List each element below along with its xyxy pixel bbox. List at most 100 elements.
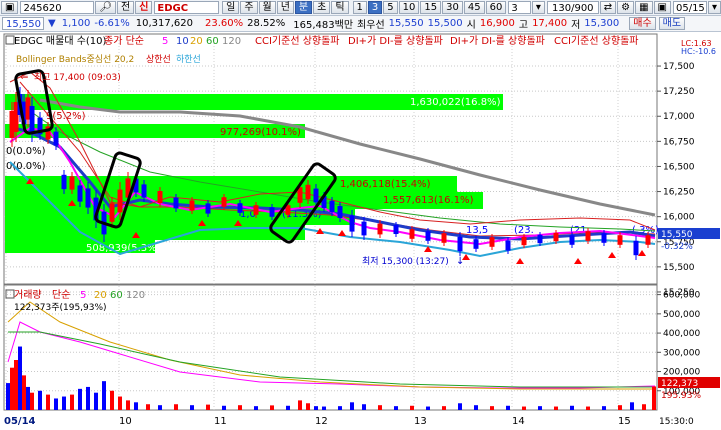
volume-bar: [14, 360, 18, 410]
candle-body: [521, 236, 527, 246]
interval-button-5[interactable]: 5: [383, 1, 398, 14]
current-pct-tag: -0.32%: [661, 242, 693, 252]
grid-icon[interactable]: ▦: [635, 1, 653, 14]
candle-body: [53, 131, 59, 146]
volume-panel-title: 거래량: [14, 289, 42, 301]
hc-label: HC:-10.6: [681, 47, 716, 56]
volume-bar: [70, 394, 74, 410]
profile-label: 1,557,613(16.1%): [383, 195, 474, 206]
volume-axis-label: 500,000: [663, 310, 700, 320]
volume-bar: [350, 402, 354, 410]
volume-bar: [102, 381, 106, 410]
interval-button-45[interactable]: 45: [463, 1, 485, 14]
stock-code-input[interactable]: 245620: [20, 1, 95, 14]
volume-bar: [338, 406, 342, 410]
stock-name[interactable]: EDGC: [154, 1, 220, 14]
candle-body: [377, 223, 383, 235]
lock-icon[interactable]: ▣: [653, 1, 671, 14]
interval-buttons: 1 3 5 10 15 30 45 60: [352, 1, 507, 14]
calendar-icon[interactable]: ▾: [707, 1, 721, 14]
candle-body: [329, 200, 335, 213]
volume-bar: [602, 406, 606, 410]
bands-legend: Bollinger Bands중심선 20,2: [16, 54, 134, 65]
interval-button-30[interactable]: 30: [442, 1, 463, 14]
volume-axis-label: 400,000: [663, 329, 700, 339]
period-button-5[interactable]: 초: [313, 1, 331, 14]
buy-button[interactable]: 매수: [629, 17, 656, 30]
candle-body: [221, 197, 227, 207]
candle-body: [313, 188, 319, 203]
date-input[interactable]: 05/15: [672, 1, 707, 14]
x-axis-time: 15:30:0: [659, 417, 694, 427]
volume-bar: [394, 406, 398, 410]
market-button[interactable]: ▣: [1, 1, 19, 14]
candle-body: [61, 174, 67, 190]
volume-bar: [322, 406, 326, 410]
candle-body: [109, 203, 115, 222]
price-axis-label: 17,000: [663, 112, 695, 122]
x-axis-label: 05/14: [4, 416, 36, 427]
volume-bar: [298, 400, 302, 410]
volume-bar: [506, 405, 510, 410]
bands-upper-legend: 상한선: [146, 54, 171, 65]
change-percent: -6.61%: [94, 18, 130, 29]
bands-lower-legend: 하한선: [176, 54, 201, 65]
volume-tag: 122,373: [661, 379, 698, 389]
volume-bar: [190, 405, 194, 410]
interval-button-15[interactable]: 15: [420, 1, 442, 14]
period-buttons: 일주월년분초틱: [221, 1, 349, 14]
volume-bar: [26, 386, 30, 410]
interval-button-3[interactable]: 3: [367, 1, 383, 14]
period-button-2[interactable]: 월: [258, 1, 276, 14]
volume-bar: [174, 404, 178, 410]
candle-body: [553, 232, 559, 242]
interval-button-1[interactable]: 1: [352, 1, 367, 14]
candle-body: [269, 207, 275, 217]
signal-legend: DI+가 DI-를 상향돌파: [450, 35, 545, 47]
period-button-1[interactable]: 주: [240, 1, 258, 14]
settings-icon[interactable]: ⚙: [617, 1, 635, 14]
count-dropdown-icon[interactable]: ▾: [531, 1, 545, 14]
volume-bar: [30, 392, 34, 410]
candle-body: [237, 203, 243, 213]
price-axis-label: 17,500: [663, 62, 695, 72]
candle-body: [409, 229, 415, 239]
volume-bar: [474, 405, 478, 410]
period-button-4[interactable]: 분: [294, 1, 313, 14]
ma-period-label: 60: [206, 36, 219, 47]
volume-value-text: 122,373주(195,93%): [14, 302, 107, 313]
mode-button[interactable]: 전: [117, 1, 135, 14]
period-button-6[interactable]: 틱: [331, 1, 349, 14]
count-select[interactable]: 3: [508, 1, 531, 14]
best-ask-label: 최우선: [357, 20, 385, 31]
volume-bar: [118, 396, 122, 410]
profile-label: 977,269(10.1%): [220, 127, 301, 138]
candle-body: [173, 197, 179, 209]
candle-body: [425, 231, 431, 241]
interval-button-10[interactable]: 10: [398, 1, 420, 14]
trade-amount: 165,483백만: [293, 20, 354, 31]
candle-body: [569, 235, 575, 245]
volume-bar: [78, 388, 82, 410]
volume-bar: [38, 390, 42, 410]
candle-body: [473, 239, 479, 249]
volume-bar: [270, 405, 274, 410]
interval-button-60[interactable]: 60: [485, 1, 507, 14]
compare-icon[interactable]: ⇄: [599, 1, 617, 14]
candle-body: [537, 234, 543, 244]
period-button-3[interactable]: 년: [276, 1, 294, 14]
volume-bar: [134, 402, 138, 410]
volume-bar: [54, 398, 58, 410]
volume-bar: [538, 406, 542, 410]
candle-body: [585, 231, 591, 241]
period-button-0[interactable]: 일: [222, 1, 240, 14]
down-arrow-icon: ▼: [48, 18, 56, 29]
volume-bar: [158, 405, 162, 410]
sell-button[interactable]: 매도: [658, 17, 686, 30]
search-icon[interactable]: 🔎︎: [95, 1, 117, 14]
stock-chart[interactable]: 1,630,022(16.8%) 977,269(10.1%) 1,406,118(…: [0, 32, 721, 430]
volume-bar: [94, 392, 98, 410]
price-panel-title: EDGC 매물대 수(10): [14, 35, 107, 47]
volume-bar: [22, 375, 26, 410]
candle-body: [645, 235, 651, 245]
